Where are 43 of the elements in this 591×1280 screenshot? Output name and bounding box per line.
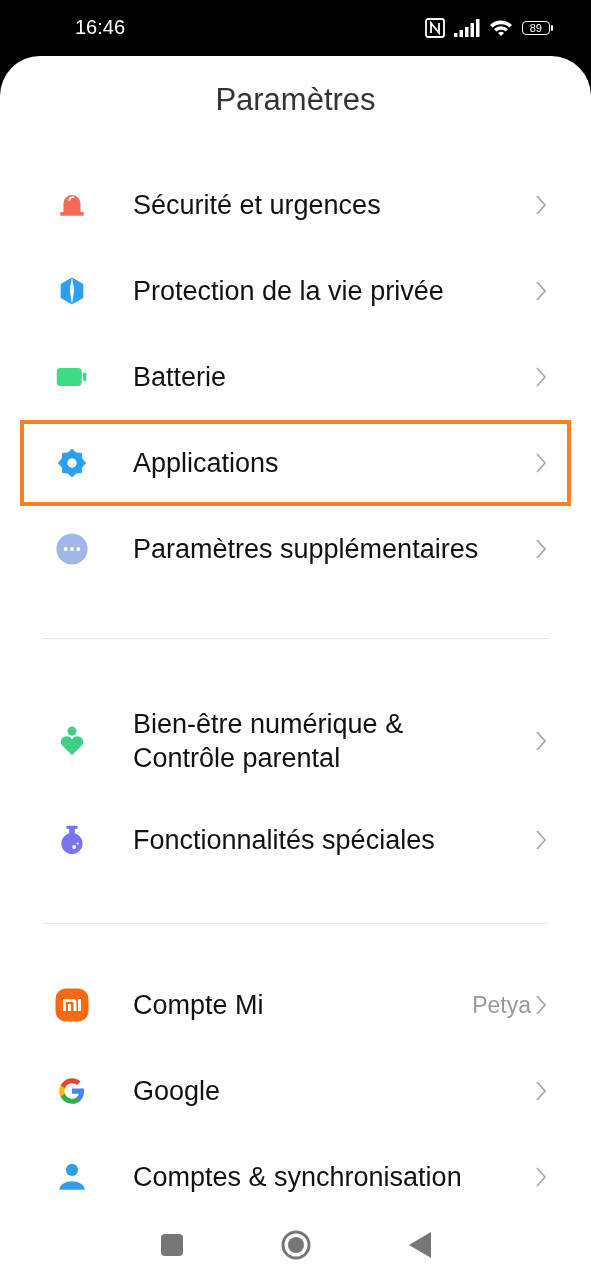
item-label: Compte Mi: [133, 989, 265, 1022]
back-button[interactable]: [408, 1232, 431, 1258]
wifi-icon: [488, 18, 513, 38]
settings-item[interactable]: Google: [20, 1048, 571, 1134]
item-label: Bien-être numérique & Contrôle parental: [133, 708, 405, 775]
account-name: Petya: [472, 991, 531, 1019]
item-label: Comptes & synchronisation: [133, 1161, 463, 1194]
item-label: Protection de la vie privée: [133, 275, 445, 308]
page-title: Paramètres: [214, 81, 377, 119]
settings-item[interactable]: Compte Mi Petya: [20, 962, 571, 1048]
more-icon: [55, 532, 89, 566]
nfc-icon: [424, 18, 445, 38]
chevron-icon: [535, 1166, 547, 1188]
chevron-icon: [535, 366, 547, 388]
item-label: Batterie: [133, 361, 228, 394]
gear-icon: [55, 446, 89, 480]
settings-item[interactable]: Batterie: [20, 334, 571, 420]
item-label: Applications: [133, 447, 280, 480]
home-button[interactable]: [280, 1230, 311, 1260]
chevron-icon: [535, 280, 547, 302]
chevron-icon: [535, 1080, 547, 1102]
chevron-icon: [535, 829, 547, 851]
item-label: Fonctionnalités spéciales: [133, 824, 436, 857]
settings-item[interactable]: Comptes & synchronisation: [20, 1134, 571, 1216]
settings-item[interactable]: Protection de la vie privée: [20, 248, 571, 334]
logo-icon: [54, 987, 90, 1023]
recent-apps-button[interactable]: [160, 1234, 183, 1256]
chevron-icon: [535, 194, 547, 216]
item-label: Sécurité et urgences: [133, 189, 382, 222]
settings-item[interactable]: Bien-être numérique & Contrôle parental: [20, 685, 571, 797]
chevron-icon: [535, 994, 547, 1016]
chevron-icon: [535, 538, 547, 560]
battery-level: 89: [521, 21, 550, 35]
chevron-icon: [535, 452, 547, 474]
item-label: Paramètres supplémentaires: [133, 533, 480, 566]
clock: 16:46: [75, 15, 127, 40]
settings-item[interactable]: Sécurité et urgences: [20, 162, 571, 248]
signal-icon: [453, 19, 480, 37]
settings-item[interactable]: Applications: [20, 420, 571, 506]
chevron-icon: [535, 730, 547, 752]
settings-item[interactable]: Fonctionnalités spéciales: [20, 797, 571, 883]
settings-item[interactable]: Paramètres supplémentaires: [20, 506, 571, 592]
item-label: Google: [133, 1075, 222, 1108]
